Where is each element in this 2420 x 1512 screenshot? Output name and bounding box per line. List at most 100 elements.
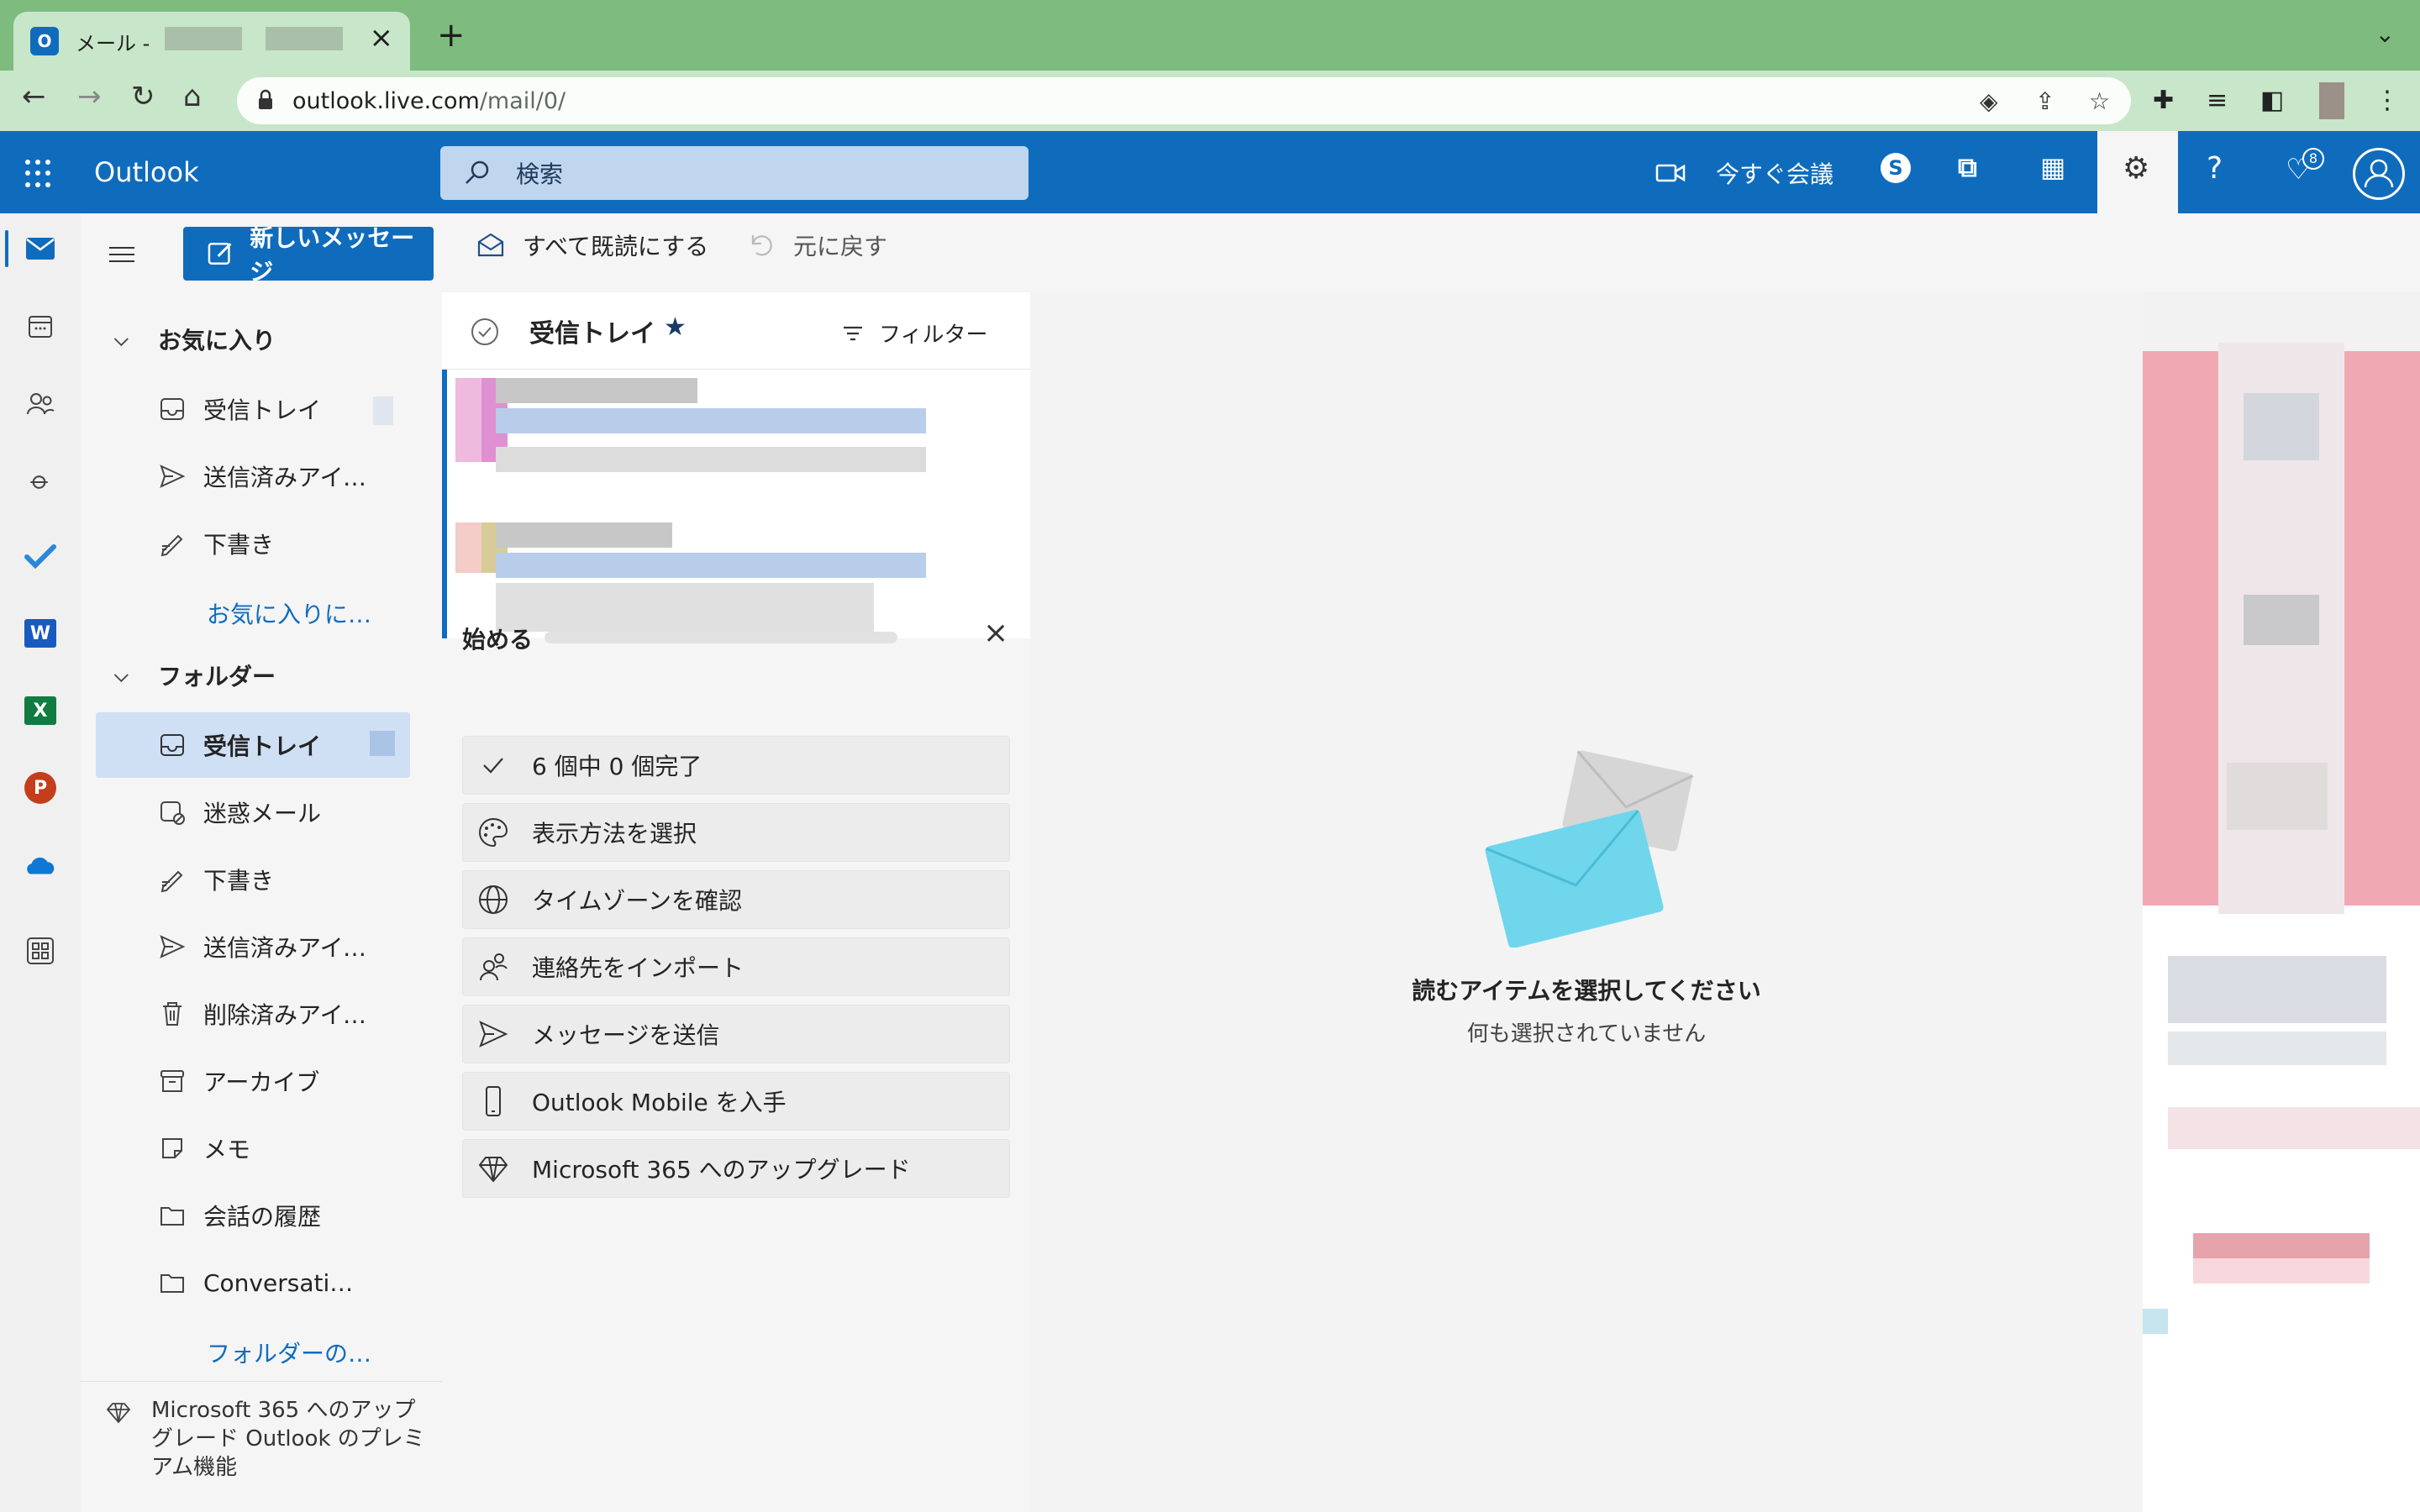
undo-icon (751, 235, 772, 256)
onedrive-app-icon[interactable] (24, 848, 57, 882)
create-folder-link[interactable]: フォルダーの… (207, 1336, 371, 1369)
gs-upgrade[interactable]: Microsoft 365 へのアップグレード (462, 1139, 1010, 1198)
inbox-icon (160, 734, 184, 756)
folder-inbox[interactable]: 受信トレイ (96, 712, 410, 778)
undo-button[interactable]: 元に戻す (746, 228, 887, 262)
video-camera-icon[interactable] (1655, 161, 1687, 185)
address-bar[interactable]: outlook.live.com/mail/0/ ◈ ⇪ ☆ (237, 77, 2131, 124)
office-icon[interactable]: ⧉ (1958, 151, 1977, 184)
account-avatar[interactable] (2353, 148, 2405, 200)
meet-now-button[interactable]: 今すぐ会議 (1716, 156, 1833, 190)
folder-pane: 新しいメッセージ ⌵ お気に入り 受信トレイ 送信済みアイテム 下書き お気に入… (81, 213, 442, 1512)
note-icon (162, 1138, 182, 1158)
back-icon[interactable]: ← (22, 82, 46, 111)
side-panel-icon[interactable]: ◧ (2260, 86, 2284, 115)
new-tab-icon[interactable]: + (437, 18, 466, 52)
select-all-checkbox-icon[interactable] (471, 318, 499, 346)
app-launcher-icon[interactable] (25, 160, 54, 188)
sender-name-redacted (496, 378, 697, 403)
app-name[interactable]: Outlook (94, 156, 199, 188)
folder-label: メモ (203, 1136, 251, 1163)
menu-kebab-icon[interactable]: ⋮ (2375, 86, 2400, 115)
word-app-icon[interactable]: W (24, 617, 57, 650)
folder-label: 送信済みアイテム (203, 934, 371, 962)
send-icon (476, 1017, 510, 1051)
help-icon[interactable]: ? (2207, 151, 2223, 186)
new-message-button[interactable]: 新しいメッセージ (183, 224, 434, 286)
mark-all-read-button[interactable]: すべて既読にする (476, 228, 708, 262)
gs-item-label: メッセージを送信 (532, 1021, 720, 1049)
folder-label: 迷惑メール (203, 800, 322, 827)
folder-drafts[interactable]: 下書き (96, 847, 410, 912)
folder-conversation-history-ja[interactable]: 会話の履歴 (96, 1183, 410, 1248)
calendar-app-icon[interactable] (24, 309, 57, 343)
home-icon[interactable]: ⌂ (183, 82, 202, 111)
message-item[interactable] (442, 370, 1030, 504)
search-box[interactable]: 検索 (440, 146, 1028, 200)
attachment-icon[interactable]: ⌀ (24, 464, 57, 497)
empty-state-title: 読むアイテムを選択してください (1412, 977, 1761, 1005)
reload-icon[interactable]: ↻ (131, 82, 155, 111)
folder-sent[interactable]: 送信済みアイテム (96, 914, 410, 979)
favorite-drafts[interactable]: 下書き (96, 511, 410, 576)
forward-icon[interactable]: → (77, 82, 102, 111)
browser-tab[interactable]: O メール - × (13, 12, 410, 71)
extensions-icon[interactable]: ✚ (2153, 86, 2174, 115)
folder-archive[interactable]: アーカイブ (96, 1048, 410, 1114)
tab-search-chevron-icon[interactable]: ⌄ (2375, 20, 2395, 48)
tab-close-icon[interactable]: × (370, 24, 394, 52)
gs-get-mobile[interactable]: Outlook Mobile を入手 (462, 1072, 1010, 1131)
message-list-header: 受信トレイ ★ フィルター (442, 292, 1030, 370)
favorites-header[interactable]: ⌵ お気に入り (114, 323, 276, 356)
url-path: /mail/0/ (479, 87, 566, 114)
excel-app-icon[interactable]: X (24, 694, 57, 727)
filter-label: フィルター (879, 323, 988, 348)
todo-app-icon[interactable] (24, 539, 57, 573)
people-app-icon[interactable] (24, 386, 57, 420)
lens-icon[interactable]: ◈ (1980, 87, 1998, 115)
draft-icon (160, 870, 183, 893)
search-placeholder: 検索 (516, 160, 564, 188)
gs-item-label: タイムゾーンを確認 (532, 887, 743, 915)
add-favorite-link[interactable]: お気に入りに… (207, 596, 371, 630)
reading-pane: 読むアイテムを選択してください 何も選択されていません (1030, 292, 2143, 1512)
gs-send-message[interactable]: メッセージを送信 (462, 1005, 1010, 1063)
favorite-star-icon[interactable]: ★ (664, 312, 687, 342)
folder-notes[interactable]: メモ (96, 1116, 410, 1181)
browser-tabstrip: O メール - × + ⌄ (0, 0, 2420, 71)
my-day-icon[interactable]: ▦ (2040, 151, 2065, 183)
filter-button[interactable]: フィルター (840, 318, 987, 349)
message-item[interactable] (442, 504, 1030, 638)
settings-button[interactable]: ⚙ (2097, 131, 2178, 213)
getting-started-progress-item[interactable]: 6 個中 0 個完了 (462, 736, 1010, 795)
archive-icon (160, 1070, 184, 1092)
close-icon[interactable]: × (983, 618, 1008, 648)
powerpoint-app-icon[interactable]: P (24, 771, 57, 805)
skype-icon[interactable]: S (1881, 153, 1911, 183)
folder-deleted[interactable]: 削除済みアイテム (96, 981, 410, 1047)
person-icon (2364, 159, 2394, 188)
bookmark-star-icon[interactable]: ☆ (2089, 87, 2110, 115)
advertisement-redacted[interactable] (2143, 292, 2420, 1512)
folders-header[interactable]: ⌵ フォルダー (114, 659, 276, 692)
gs-check-timezone[interactable]: タイムゾーンを確認 (462, 870, 1010, 929)
hamburger-menu-icon[interactable] (109, 247, 134, 264)
mail-app-icon[interactable] (24, 232, 57, 265)
folder-conversation-history[interactable]: Conversation History (96, 1250, 410, 1315)
diamond-icon (106, 1403, 131, 1424)
gs-import-contacts[interactable]: 連絡先をインポート (462, 937, 1010, 996)
reading-list-icon[interactable]: ≡ (2207, 86, 2228, 115)
profile-avatar[interactable] (2319, 82, 2344, 119)
upgrade-premium-link[interactable]: Microsoft 365 へのアップグレード Outlook のプレミアム機能 (106, 1396, 425, 1482)
folder-label: アーカイブ (203, 1068, 320, 1096)
favorite-inbox[interactable]: 受信トレイ (96, 376, 410, 442)
gs-choose-theme[interactable]: 表示方法を選択 (462, 803, 1010, 862)
folder-label: 会話の履歴 (203, 1203, 322, 1231)
people-icon (476, 950, 510, 984)
more-apps-icon[interactable] (24, 934, 57, 968)
favorite-sent[interactable]: 送信済みアイテム (96, 444, 410, 509)
undo-label: 元に戻す (793, 233, 888, 260)
send-icon (160, 465, 186, 488)
share-icon[interactable]: ⇪ (2035, 87, 2054, 115)
folder-junk[interactable]: 迷惑メール (96, 780, 410, 845)
